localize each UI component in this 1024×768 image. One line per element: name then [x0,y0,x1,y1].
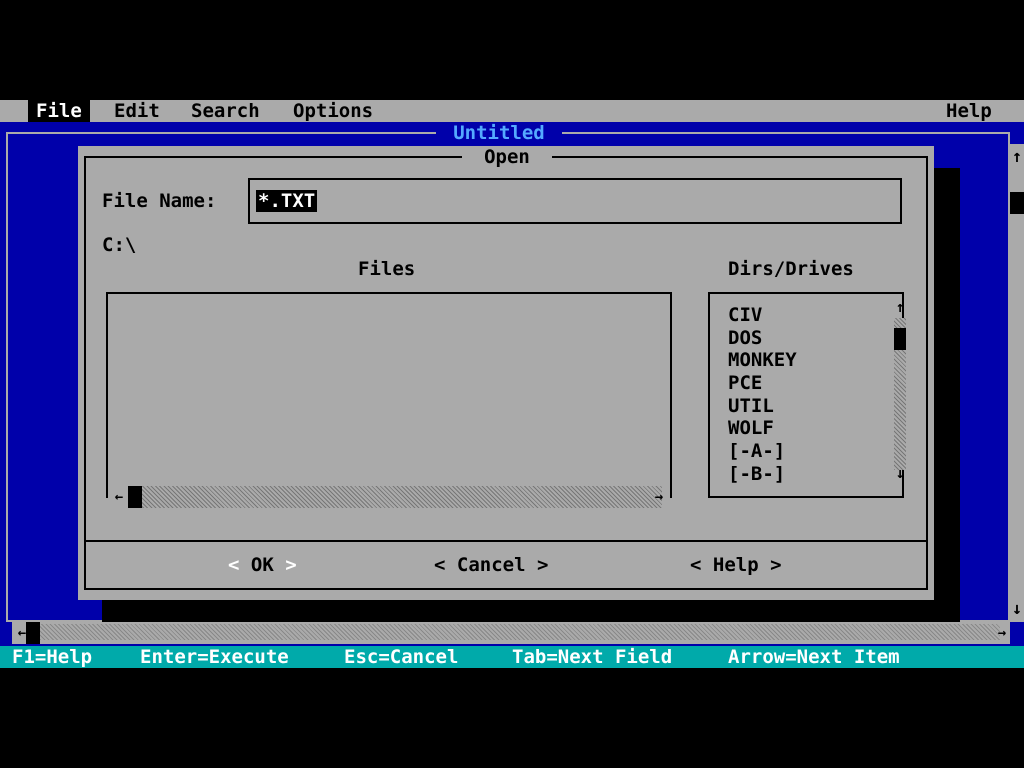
dir-item-pce[interactable]: PCE [728,372,878,395]
dialog-title: Open [462,146,552,168]
scroll-down-arrow-icon[interactable]: ↓ [894,462,906,484]
dir-item-civ[interactable]: CIV [728,304,878,327]
dir-item-wolf[interactable]: WOLF [728,417,878,440]
help-button-label: Help [712,554,759,576]
menu-file[interactable]: File [28,100,90,122]
button-left-bracket: < [434,554,446,576]
button-right-bracket: > [770,554,782,576]
dir-item-util[interactable]: UTIL [728,395,878,418]
menu-bar: File Edit Search Options Help [0,100,1024,122]
dirs-vertical-scrollbar[interactable]: ↑ ↓ [894,296,906,492]
button-right-bracket: > [285,554,297,576]
scroll-right-arrow-icon[interactable]: → [994,622,1010,644]
dir-item-monkey[interactable]: MONKEY [728,349,878,372]
editor-title: Untitled [436,122,562,144]
scroll-up-arrow-icon[interactable]: ↑ [1010,146,1024,168]
menu-options[interactable]: Options [285,100,381,122]
status-enter-execute[interactable]: Enter=Execute [140,646,289,668]
files-heading: Files [358,258,416,280]
dirs-drives-heading: Dirs/Drives [728,258,854,280]
files-scroll-thumb[interactable] [128,486,142,508]
open-dialog: Open File Name: *.TXT C:\ Files ← → Dirs… [78,146,934,600]
dirs-drives-list[interactable]: CIV DOS MONKEY PCE UTIL WOLF [-A-] [-B-]… [708,292,906,498]
ok-button-label: OK [250,554,274,576]
menu-help[interactable]: Help [938,100,1000,122]
status-bar: F1=Help Enter=Execute Esc=Cancel Tab=Nex… [0,646,1024,668]
status-arrow-next-item[interactable]: Arrow=Next Item [728,646,900,668]
horizontal-scroll-track[interactable] [40,624,1000,640]
button-right-bracket: > [537,554,549,576]
status-f1-help[interactable]: F1=Help [12,646,92,668]
menu-search[interactable]: Search [183,100,268,122]
drive-item-b[interactable]: [-B-] [728,463,878,486]
status-esc-cancel[interactable]: Esc=Cancel [344,646,458,668]
dirs-list-items: CIV DOS MONKEY PCE UTIL WOLF [-A-] [-B-] [728,304,878,486]
ok-button[interactable]: < OK > [228,552,297,578]
current-path: C:\ [102,234,137,256]
button-left-bracket: < [690,554,702,576]
file-name-value[interactable]: *.TXT [256,190,318,212]
scroll-down-arrow-icon[interactable]: ↓ [1010,598,1024,620]
files-horizontal-scrollbar[interactable]: ← → [108,486,668,510]
status-tab-next-field[interactable]: Tab=Next Field [512,646,672,668]
dialog-divider [84,540,928,542]
editor-horizontal-scrollbar[interactable]: ← → [12,622,1010,644]
scroll-up-arrow-icon[interactable]: ↑ [894,296,906,318]
file-name-input[interactable]: *.TXT [248,178,902,224]
horizontal-scroll-thumb[interactable] [26,622,40,644]
drive-item-a[interactable]: [-A-] [728,440,878,463]
editor-title-text: Untitled [453,122,545,144]
dir-item-dos[interactable]: DOS [728,327,878,350]
help-button[interactable]: < Help > [690,552,782,578]
files-list[interactable] [106,292,672,498]
files-scroll-track[interactable] [130,486,662,508]
menu-edit[interactable]: Edit [106,100,168,122]
dirs-scroll-thumb[interactable] [894,328,906,350]
vertical-scroll-thumb[interactable] [1010,192,1024,214]
cancel-button[interactable]: < Cancel > [434,552,548,578]
button-left-bracket: < [228,554,240,576]
scroll-right-arrow-icon[interactable]: → [648,486,670,508]
cancel-button-label: Cancel [456,554,526,576]
file-name-label: File Name: [102,190,217,212]
scroll-left-arrow-icon[interactable]: ← [108,486,130,508]
editor-vertical-scrollbar[interactable]: ↑ ↓ [1010,144,1024,622]
